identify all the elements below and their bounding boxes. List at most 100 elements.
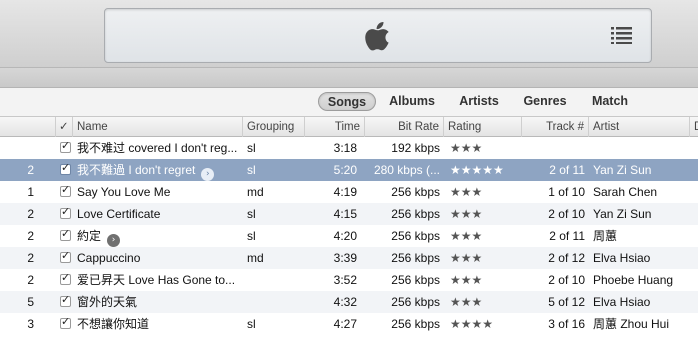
table-row[interactable]: 1 Say You Love Me md 4:19 256 kbps ★★★ 1 of 10… xyxy=(0,181,698,203)
disc-number: 5 xyxy=(27,295,34,309)
song-time: 3:18 xyxy=(333,141,357,155)
column-rating[interactable]: Rating xyxy=(444,117,522,137)
table-row[interactable]: 2 約定 › sl 4:20 256 kbps ★★★ 2 of 11 周蕙 xyxy=(0,225,698,247)
song-time: 3:39 xyxy=(333,251,357,265)
view-bar: Songs Albums Artists Genres Match xyxy=(0,88,698,116)
track-checkbox[interactable] xyxy=(60,315,71,329)
table-row[interactable]: 2 爱已昇天 Love Has Gone to... 3:52 256 kbps ★★★… xyxy=(0,269,698,291)
track-number: 1 of 10 xyxy=(548,185,585,199)
track-checkbox[interactable] xyxy=(60,161,71,175)
bit-rate: 256 kbps xyxy=(391,185,440,199)
list-icon[interactable] xyxy=(611,26,633,44)
song-time: 5:20 xyxy=(333,163,357,177)
rating-stars[interactable]: ★★★ xyxy=(446,247,522,269)
track-checkbox[interactable] xyxy=(60,139,71,153)
column-header: ✓ Name Grouping Time Bit Rate Rating Tra… xyxy=(0,116,698,137)
track-number: 2 of 11 xyxy=(549,163,585,177)
song-name-cell: 不想讓你知道 xyxy=(73,313,243,335)
grouping: sl xyxy=(247,229,256,243)
rating-stars[interactable]: ★★★★ xyxy=(446,313,522,335)
bit-rate: 280 kbps (... xyxy=(373,163,440,177)
song-name: Say You Love Me xyxy=(77,185,171,199)
disc-number: 2 xyxy=(27,273,34,287)
grouping xyxy=(243,291,305,313)
table-row[interactable]: 2 Cappuccino md 3:39 256 kbps ★★★ 2 of 12 Elva … xyxy=(0,247,698,269)
grouping: md xyxy=(247,185,264,199)
track-checkbox[interactable] xyxy=(60,271,71,285)
tab-artists[interactable]: Artists xyxy=(452,92,506,111)
apple-logo-icon xyxy=(365,22,389,51)
column-grouping[interactable]: Grouping xyxy=(243,117,305,137)
song-name: 不想讓你知道 xyxy=(77,317,150,331)
table-row[interactable]: 2 我不難過 I don't regret › sl 5:20 280 kbps (...… xyxy=(0,159,698,181)
song-name: 我不難過 I don't regret xyxy=(77,163,196,177)
rating-stars[interactable]: ★★★ xyxy=(446,181,522,203)
column-name[interactable]: Name xyxy=(73,117,243,137)
tab-match[interactable]: Match xyxy=(584,92,636,111)
artist: Elva Hsiao xyxy=(593,295,651,309)
column-number[interactable] xyxy=(0,117,56,137)
disc-number: 3 xyxy=(27,317,34,331)
track-checkbox[interactable] xyxy=(60,183,71,197)
song-name: 爱已昇天 Love Has Gone to... xyxy=(77,273,236,287)
grouping xyxy=(243,269,305,291)
song-name: Cappuccino xyxy=(77,251,141,265)
bit-rate: 192 kbps xyxy=(391,141,440,155)
track-checkbox[interactable] xyxy=(60,205,71,219)
song-name-cell: 窗外的天氣 xyxy=(73,291,243,313)
song-name: Love Certificate xyxy=(77,207,161,221)
song-name: 我不难过 covered I don't reg... xyxy=(77,141,238,155)
table-row[interactable]: 3 不想讓你知道 sl 4:27 256 kbps ★★★★ 3 of 16 周蕙 Zhou … xyxy=(0,313,698,335)
artist: Elva Hsiao xyxy=(593,251,651,265)
rating-stars[interactable]: ★★★ xyxy=(446,225,522,247)
bit-rate: 256 kbps xyxy=(391,207,440,221)
column-bitrate[interactable]: Bit Rate xyxy=(365,117,444,137)
go-arrow-icon[interactable]: › xyxy=(107,234,121,247)
grouping: md xyxy=(247,251,264,265)
track-checkbox[interactable] xyxy=(60,293,71,307)
rating-stars[interactable]: ★★★ xyxy=(446,203,522,225)
table-row[interactable]: 我不难过 covered I don't reg... sl 3:18 192 kbp… xyxy=(0,137,698,159)
song-name: 約定 xyxy=(77,229,102,243)
disc-number: 1 xyxy=(27,185,34,199)
tab-songs[interactable]: Songs xyxy=(318,92,376,111)
tab-albums[interactable]: Albums xyxy=(384,92,440,111)
song-name-cell: Cappuccino xyxy=(73,247,243,269)
grouping: sl xyxy=(247,207,256,221)
column-time[interactable]: Time xyxy=(305,117,365,137)
disc-number xyxy=(0,137,38,159)
disc-number: 2 xyxy=(27,207,34,221)
rating-stars[interactable]: ★★★ xyxy=(446,269,522,291)
song-name-cell: 我不難過 I don't regret › xyxy=(73,159,243,181)
song-name-cell: 約定 › xyxy=(73,225,243,247)
bit-rate: 256 kbps xyxy=(391,295,440,309)
column-extra[interactable]: D xyxy=(690,117,698,137)
track-checkbox[interactable] xyxy=(60,227,71,241)
disc-number: 2 xyxy=(27,229,34,243)
artist: 周蕙 Zhou Hui xyxy=(593,317,670,331)
go-arrow-icon[interactable]: › xyxy=(201,168,215,181)
rating-stars[interactable]: ★★★★★ xyxy=(446,159,522,181)
rating-stars[interactable]: ★★★ xyxy=(446,291,522,313)
column-track[interactable]: Track # xyxy=(522,117,589,137)
column-check[interactable]: ✓ xyxy=(56,117,73,137)
track-checkbox[interactable] xyxy=(60,249,71,263)
track-number: 2 of 10 xyxy=(548,207,585,221)
artist: 周蕙 xyxy=(593,229,618,243)
table-row[interactable]: 5 窗外的天氣 4:32 256 kbps ★★★ 5 of 12 Elva Hsiao xyxy=(0,291,698,313)
bit-rate: 256 kbps xyxy=(391,317,440,331)
grouping: sl xyxy=(247,163,256,177)
column-artist[interactable]: Artist xyxy=(589,117,690,137)
song-time: 4:27 xyxy=(333,317,357,331)
artist: Phoebe Huang xyxy=(593,273,674,287)
tab-genres[interactable]: Genres xyxy=(518,92,572,111)
artist xyxy=(589,137,690,159)
bit-rate: 256 kbps xyxy=(391,229,440,243)
status-display xyxy=(104,8,652,63)
table-row[interactable]: 2 Love Certificate sl 4:15 256 kbps ★★★ 2 of 1… xyxy=(0,203,698,225)
track-number: 3 of 16 xyxy=(548,317,585,331)
grouping: sl xyxy=(247,317,256,331)
track-number: 2 of 10 xyxy=(548,273,585,287)
artist: Sarah Chen xyxy=(593,185,658,199)
rating-stars[interactable]: ★★★ xyxy=(446,137,522,159)
